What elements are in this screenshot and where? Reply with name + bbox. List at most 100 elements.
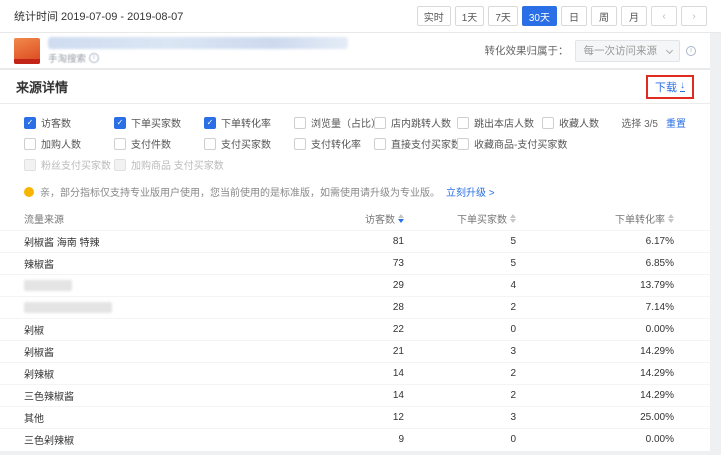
product-bar: 手淘搜索 i 转化效果归属于： 每一次访问来源 i [0, 33, 710, 70]
checkbox-icon: ✓ [204, 117, 216, 129]
column-header-1[interactable]: 访客数 [286, 211, 404, 226]
metric-label: 访客数 [41, 115, 71, 130]
rate-cell: 25.00% [516, 412, 674, 423]
metric-label: 店内跳转人数 [391, 115, 451, 130]
metric-checkbox-item[interactable]: 直接支付买家数 [374, 136, 457, 151]
metric-checkbox-item[interactable]: 支付件数 [114, 136, 204, 151]
redacted-source [24, 280, 72, 291]
metric-checkbox-item[interactable]: 店内跳转人数 [374, 115, 457, 130]
attribution-label: 转化效果归属于： [485, 43, 569, 58]
visitors-cell: 21 [286, 346, 404, 357]
buyers-cell: 5 [404, 258, 516, 269]
metric-checkbox-item[interactable]: 加购人数 [24, 136, 114, 151]
column-header-2[interactable]: 下单买家数 [404, 211, 516, 226]
download-button[interactable]: 下载 ↓ [655, 79, 685, 95]
column-header-label: 访客数 [286, 211, 404, 226]
metric-checkbox-item[interactable]: 浏览量（占比） [294, 115, 374, 130]
source-cell: 剁椒 [24, 322, 286, 337]
rate-cell: 0.00% [516, 324, 674, 335]
metric-label: 加购人数 [41, 136, 81, 151]
visitors-cell: 14 [286, 368, 404, 379]
download-annotation-box: 下载 ↓ [646, 75, 694, 99]
visitors-cell: 73 [286, 258, 404, 269]
info-icon: i [89, 53, 99, 63]
checkbox-icon [542, 117, 554, 129]
selection-count: 选择 3/5 [621, 115, 658, 130]
sort-up-caret [668, 214, 674, 218]
column-header-label: 下单转化率 [516, 211, 674, 226]
metric-label: 下单转化率 [221, 115, 271, 130]
header-text: 访客数 [365, 211, 395, 226]
time-button-1天[interactable]: 1天 [455, 6, 485, 26]
time-range-controls: 实时1天7天30天日周月‹› [417, 6, 707, 26]
metric-checkbox-item[interactable]: 收藏商品-支付买家数 [457, 136, 542, 151]
source-cell: 三色辣椒酱 [24, 388, 286, 403]
redacted-source [24, 302, 112, 313]
buyers-cell: 5 [404, 236, 516, 247]
time-button-日[interactable]: 日 [561, 6, 587, 26]
metric-label: 跳出本店人数 [474, 115, 534, 130]
upgrade-notice: 亲，部分指标仅支持专业版用户使用，您当前使用的是标准版，如需使用请升级为专业版。… [0, 179, 710, 204]
metric-checkbox-item[interactable]: 跳出本店人数 [457, 115, 542, 130]
checkbox-icon [114, 138, 126, 150]
metric-checkbox-item[interactable]: ✓访客数 [24, 115, 114, 130]
prev-period-button[interactable]: ‹ [651, 6, 677, 26]
metric-label: 加购商品 支付买家数 [131, 157, 224, 172]
checkbox-icon [294, 138, 306, 150]
checkbox-icon [457, 138, 469, 150]
visitors-cell: 29 [286, 280, 404, 291]
table-row: 剁椒酱 海南 特辣8156.17% [0, 230, 710, 252]
column-header-3[interactable]: 下单转化率 [516, 211, 674, 226]
metric-checkbox-item[interactable]: ✓下单买家数 [114, 115, 204, 130]
metric-checkbox-item[interactable]: 支付买家数 [204, 136, 294, 151]
product-subtitle-label: 手淘搜索 [48, 51, 86, 65]
checkbox-icon [374, 117, 386, 129]
checkbox-icon [204, 138, 216, 150]
table-row: 2827.14% [0, 296, 710, 318]
visitors-cell: 22 [286, 324, 404, 335]
visitors-cell: 28 [286, 302, 404, 313]
source-cell: 剁辣椒 [24, 366, 286, 381]
table-body: 剁椒酱 海南 特辣8156.17%辣椒酱7356.85%29413.79%282… [0, 230, 710, 450]
time-button-实时[interactable]: 实时 [417, 6, 451, 26]
attribution-value: 每一次访问来源 [584, 43, 658, 58]
table-row: 29413.79% [0, 274, 710, 296]
metric-label: 支付买家数 [221, 136, 271, 151]
metric-checkbox-item[interactable]: 收藏人数 [542, 115, 620, 130]
column-header-source: 流量来源 [24, 211, 286, 226]
source-cell: 其他 [24, 410, 286, 425]
upgrade-link[interactable]: 立刻升级 > [446, 184, 495, 199]
rate-cell: 6.85% [516, 258, 674, 269]
buyers-cell: 0 [404, 324, 516, 335]
next-period-button[interactable]: › [681, 6, 707, 26]
visitors-cell: 81 [286, 236, 404, 247]
table-row: 三色辣椒酱14214.29% [0, 384, 710, 406]
product-subtitle: 手淘搜索 i [48, 51, 348, 65]
metric-checkbox-item[interactable]: 支付转化率 [294, 136, 374, 151]
rate-cell: 13.79% [516, 280, 674, 291]
rate-cell: 14.29% [516, 368, 674, 379]
reset-link[interactable]: 重置 [666, 115, 686, 130]
source-detail-panel: 来源详情 下载 ↓ ✓访客数✓下单买家数✓下单转化率浏览量（占比）店内跳转人数跳… [0, 70, 710, 451]
table-row: 剁椒酱21314.29% [0, 340, 710, 362]
time-button-7天[interactable]: 7天 [488, 6, 518, 26]
visitors-cell: 14 [286, 390, 404, 401]
metric-checkbox-item: 粉丝支付买家数 [24, 157, 114, 172]
metric-label: 下单买家数 [131, 115, 181, 130]
rate-cell: 14.29% [516, 346, 674, 357]
product-thumbnail [14, 38, 40, 64]
metric-label: 粉丝支付买家数 [41, 157, 111, 172]
source-cell: 剁椒酱 海南 特辣 [24, 234, 286, 249]
checkbox-icon [457, 117, 469, 129]
info-icon: i [686, 46, 696, 56]
time-button-30天[interactable]: 30天 [522, 6, 557, 26]
rate-cell: 0.00% [516, 434, 674, 445]
attribution-select[interactable]: 每一次访问来源 [575, 40, 681, 62]
time-button-周[interactable]: 周 [591, 6, 617, 26]
time-button-月[interactable]: 月 [621, 6, 647, 26]
checkbox-icon [24, 138, 36, 150]
metric-checkbox-item[interactable]: ✓ 下单转化率 [204, 115, 294, 130]
buyers-cell: 2 [404, 368, 516, 379]
rate-cell: 7.14% [516, 302, 674, 313]
sort-icon[interactable] [668, 214, 674, 223]
